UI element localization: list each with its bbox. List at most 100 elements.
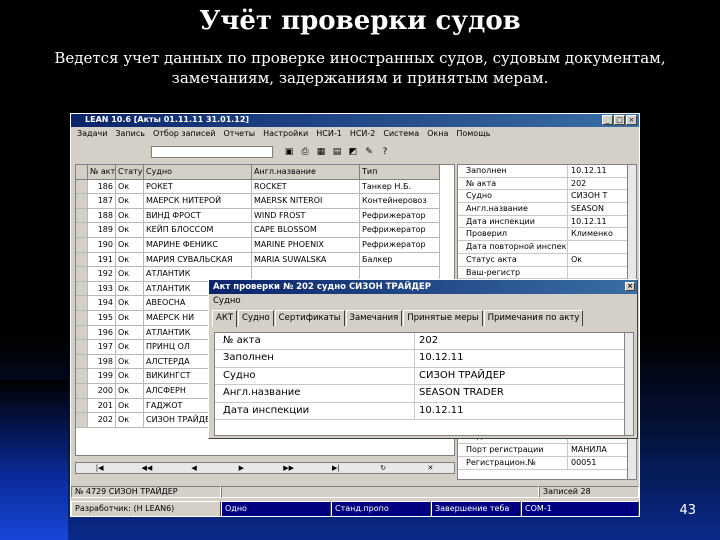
dialog-tab[interactable]: Судно xyxy=(238,310,274,326)
menu-item[interactable]: НСИ-1 xyxy=(316,128,342,140)
row-indicator xyxy=(76,252,88,268)
menu-item[interactable]: Запись xyxy=(115,128,145,140)
slide-subtitle: Ведется учет данных по проверке иностран… xyxy=(54,49,666,87)
menu-item[interactable]: НСИ-2 xyxy=(350,128,376,140)
taskbar-item[interactable]: СОМ-1 xyxy=(521,501,639,516)
property-value: 202 xyxy=(571,178,587,188)
table-cell: РОКЕТ xyxy=(144,179,252,195)
chart-icon[interactable]: ◩ xyxy=(347,147,359,158)
table-row[interactable]: 188 Ок ВИНД ФРОСТ WIND FROST Рефрижератор xyxy=(76,208,454,224)
dialog-tab[interactable]: Принятые меры xyxy=(403,310,483,326)
dialog-tab[interactable]: АКТ xyxy=(212,310,238,327)
dialog-tab[interactable]: Примечания по акту xyxy=(483,310,584,326)
property-row[interactable]: Дата повторной инспекции xyxy=(458,241,636,254)
edit-icon[interactable]: ✎ xyxy=(363,147,375,158)
menu-item[interactable]: Задачи xyxy=(77,128,107,140)
property-row[interactable]: Англ.название SEASON xyxy=(458,203,636,216)
row-indicator xyxy=(76,179,88,195)
column-header[interactable]: № акта xyxy=(88,165,116,180)
table-cell: 192 xyxy=(88,267,116,282)
help-icon[interactable]: ? xyxy=(379,147,391,158)
save-icon[interactable]: ▣ xyxy=(283,147,295,158)
act-field-row[interactable]: № акта 202 xyxy=(215,333,633,351)
next-record-icon[interactable]: ▶ xyxy=(218,463,265,473)
cancel-icon[interactable]: ✕ xyxy=(407,463,454,473)
page-number: 43 xyxy=(679,503,696,518)
table-cell: 187 xyxy=(88,194,116,209)
table-cell: Ок xyxy=(116,369,144,384)
act-field-row[interactable]: Англ.название SEASON TRADER xyxy=(215,385,633,403)
column-header[interactable]: Тип xyxy=(360,165,440,180)
property-row[interactable]: Судно СИЗОН Т xyxy=(458,190,636,204)
row-indicator xyxy=(76,237,88,253)
dialog-close-button[interactable]: × xyxy=(625,282,635,291)
property-name: Заполнен xyxy=(458,165,568,177)
property-name: Дата инспекции xyxy=(458,215,568,228)
first-record-icon[interactable]: |◀ xyxy=(76,463,123,473)
filter-input[interactable] xyxy=(151,146,273,158)
property-row[interactable]: Статус акта Ок xyxy=(458,253,636,267)
menu-item[interactable]: Отбор записей xyxy=(153,128,216,140)
menu-item[interactable]: Отчеты xyxy=(223,128,255,140)
minimize-button[interactable]: _ xyxy=(602,115,613,125)
prev-record-icon[interactable]: ◀ xyxy=(171,463,218,473)
prev-page-icon[interactable]: ◀◀ xyxy=(123,463,170,473)
table-cell: 197 xyxy=(88,340,116,355)
dialog-scrollbar[interactable] xyxy=(624,333,633,435)
menu-item[interactable]: Настройки xyxy=(263,128,308,140)
taskbar-item[interactable]: Завершение теба xyxy=(431,501,521,516)
taskbar-item[interactable]: Одно xyxy=(221,501,331,516)
table-row[interactable]: 190 Ок МАРИНЕ ФЕНИКС MARINE PHOENIX Рефрижер… xyxy=(76,237,454,253)
dialog-tab[interactable]: Сертификаты xyxy=(274,310,345,326)
table-cell: Ок xyxy=(116,267,144,282)
property-row[interactable]: Заполнен 10.12.11 xyxy=(458,165,636,178)
next-page-icon[interactable]: ▶▶ xyxy=(265,463,312,473)
property-row[interactable]: Дата инспекции 10.12.11 xyxy=(458,215,636,229)
row-indicator xyxy=(76,325,88,341)
refresh-icon[interactable]: ↻ xyxy=(360,463,407,473)
maximize-button[interactable]: □ xyxy=(614,115,625,125)
table-cell: Танкер Н.Б. xyxy=(360,179,440,195)
last-record-icon[interactable]: ▶| xyxy=(312,463,359,473)
close-button[interactable]: × xyxy=(626,115,637,125)
property-row[interactable]: № акта 202 xyxy=(458,177,636,191)
act-field-name: Заполнен xyxy=(215,350,415,367)
taskbar-item[interactable]: Станд.пропо xyxy=(331,501,431,516)
toolbar: ▣ ⎙ ▦ ▤ ◩ ✎ ? xyxy=(71,142,639,162)
act-field-row[interactable]: Заполнен 10.12.11 xyxy=(215,350,633,368)
table-icon[interactable]: ▦ xyxy=(315,147,327,158)
table-row[interactable]: 187 Ок МАЕРСК НИТЕРОЙ MAERSK NITEROI Контейн… xyxy=(76,194,454,209)
menu-item[interactable]: Система xyxy=(383,128,419,140)
dialog-tab[interactable]: Замечания xyxy=(345,310,403,326)
table-header: № акта Статус Судно Англ.название Тип xyxy=(76,165,454,180)
column-header[interactable]: Статус xyxy=(116,165,144,180)
table-cell: Ок xyxy=(116,354,144,370)
column-header[interactable]: Англ.название xyxy=(252,165,360,180)
row-indicator xyxy=(76,194,88,209)
property-value: SEASON xyxy=(571,204,604,214)
act-field-row[interactable]: Дата инспекции 10.12.11 xyxy=(215,402,633,420)
property-row[interactable]: Проверил Клименко xyxy=(458,228,636,242)
menu-item[interactable]: Окна xyxy=(427,128,448,140)
print-icon[interactable]: ⎙ xyxy=(299,147,311,158)
table-cell: Рефрижератор xyxy=(360,208,440,224)
property-name: № акта xyxy=(458,177,568,190)
menu-item[interactable]: Помощь xyxy=(456,128,490,140)
act-field-name: Англ.название xyxy=(215,385,415,402)
table-row[interactable]: 191 Ок МАРИЯ СУВАЛЬСКАЯ MARIA SUWALSKA Балке… xyxy=(76,252,454,268)
row-indicator xyxy=(76,354,88,370)
act-field-row[interactable]: Судно СИЗОН ТРАЙДЕР xyxy=(215,367,633,386)
document-icon[interactable]: ▤ xyxy=(331,147,343,158)
property-row[interactable]: Ваш-регистр xyxy=(458,266,636,280)
table-row[interactable]: 189 Ок КЕЙП БЛОССОМ CAPE BLOSSOM Рефрижерато… xyxy=(76,223,454,238)
property-value: 00051 xyxy=(571,457,597,467)
status-bar: № 4729 СИЗОН ТРАЙДЕР Записей 28 xyxy=(71,486,639,498)
property-row[interactable]: Регистрацион.№ 00051 xyxy=(458,456,636,470)
property-row[interactable]: Порт регистрации МАНИЛА xyxy=(458,444,636,457)
property-name: Порт регистрации xyxy=(458,444,568,456)
dialog-tabs: АКТ Судно Сертификаты Замечания Принятые мер… xyxy=(212,310,637,327)
table-row[interactable]: 186 Ок РОКЕТ ROCKET Танкер Н.Б. xyxy=(76,179,454,195)
dialog-menu[interactable]: Судно xyxy=(209,294,637,308)
column-header[interactable]: Судно xyxy=(144,165,252,180)
table-cell: Ок xyxy=(116,281,144,297)
